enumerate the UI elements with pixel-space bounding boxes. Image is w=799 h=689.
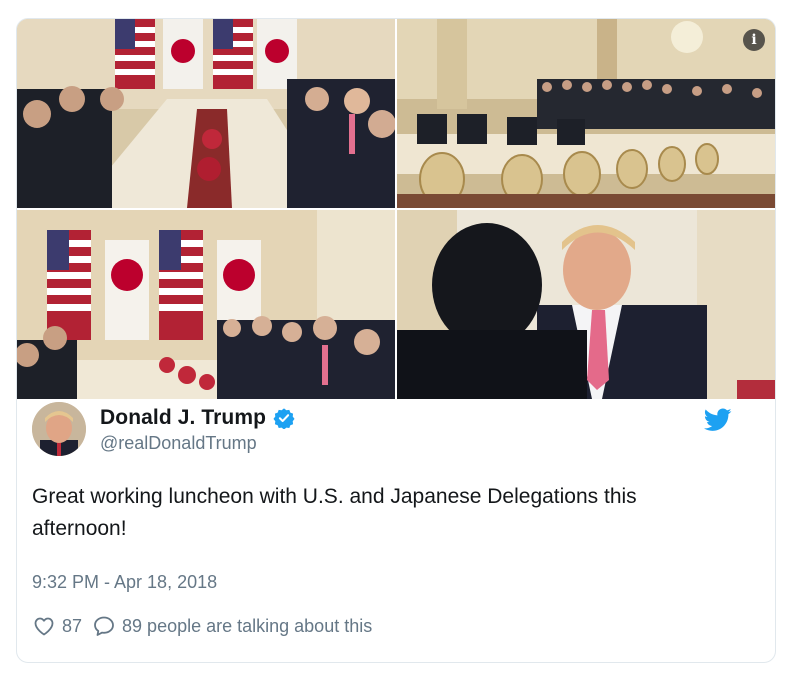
- media-grid: i: [17, 19, 775, 399]
- like-button[interactable]: 87: [32, 614, 82, 638]
- photo-trump-across-table[interactable]: [397, 210, 775, 399]
- tweet-text: Great working luncheon with U.S. and Jap…: [32, 485, 637, 540]
- conversation-text: 89 people are talking about this: [122, 615, 373, 636]
- timestamp[interactable]: 9:32 PM - Apr 18, 2018: [32, 572, 217, 593]
- like-count: 87: [62, 615, 83, 636]
- tweet-header: Donald J. Trump @realDonaldTrump: [32, 402, 732, 462]
- info-icon[interactable]: i: [743, 29, 765, 51]
- display-name[interactable]: Donald J. Trump: [100, 406, 266, 430]
- heart-icon: [34, 617, 54, 636]
- twitter-bird-icon[interactable]: [704, 408, 732, 432]
- tweet-card[interactable]: i: [16, 18, 776, 663]
- verified-badge-icon: [273, 408, 295, 429]
- conversation-link[interactable]: 89 people are talking about this: [92, 614, 372, 638]
- tweet-actions: 87 89 people are talking about this: [32, 614, 372, 638]
- photo-luncheon-table-flags[interactable]: [17, 19, 395, 208]
- avatar[interactable]: [32, 402, 86, 456]
- photo-banquet-hall-press[interactable]: i: [397, 19, 775, 208]
- author-block: Donald J. Trump @realDonaldTrump: [100, 406, 295, 454]
- speech-bubble-icon: [94, 616, 114, 636]
- handle[interactable]: @realDonaldTrump: [100, 433, 295, 454]
- photo-delegations-flags-wide[interactable]: [17, 210, 395, 399]
